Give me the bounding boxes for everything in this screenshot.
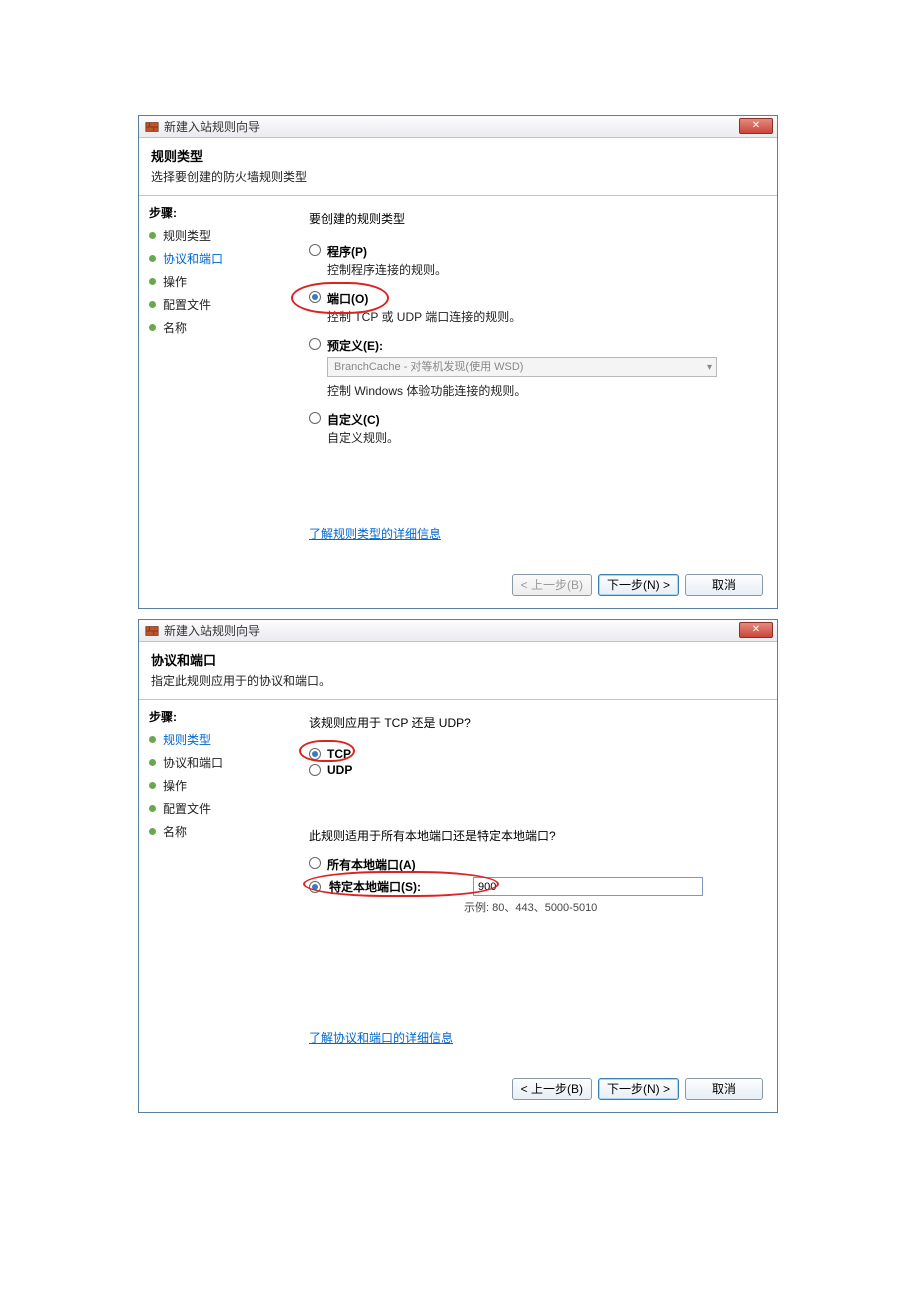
tcp-label: TCP	[327, 747, 351, 761]
button-bar: < 上一步(B) 下一步(N) > 取消	[139, 1070, 777, 1112]
step-action[interactable]: 操作	[149, 777, 279, 794]
wizard-rule-type: 新建入站规则向导 ✕ 规则类型 选择要创建的防火墙规则类型 步骤: 规则类型 协…	[138, 115, 778, 609]
step-protocol-port[interactable]: 协议和端口	[149, 250, 279, 267]
step-rule-type[interactable]: 规则类型	[149, 227, 279, 244]
titlebar[interactable]: 新建入站规则向导 ✕	[139, 116, 777, 138]
bullet-icon	[149, 232, 156, 239]
back-button[interactable]: < 上一步(B)	[512, 1078, 592, 1100]
window-title: 新建入站规则向导	[164, 118, 260, 135]
radio-tcp[interactable]	[309, 748, 321, 760]
ports-example: 示例: 80、443、5000-5010	[464, 899, 757, 915]
predefined-dropdown[interactable]: BranchCache - 对等机发现(使用 WSD)	[327, 357, 717, 377]
radio-all-ports[interactable]	[309, 857, 321, 869]
main-panel: 该规则应用于 TCP 还是 UDP? TCP UDP 此规则适用于所有本地端口还…	[289, 700, 777, 1070]
page-description: 选择要创建的防火墙规则类型	[151, 168, 765, 185]
all-ports-label: 所有本地端口(A)	[327, 856, 416, 873]
bullet-icon	[149, 828, 156, 835]
cancel-button[interactable]: 取消	[685, 1078, 763, 1100]
firewall-icon	[145, 120, 159, 134]
firewall-icon	[145, 624, 159, 638]
udp-label: UDP	[327, 763, 352, 777]
radio-specific-ports[interactable]	[309, 881, 321, 893]
button-bar: < 上一步(B) 下一步(N) > 取消	[139, 566, 777, 608]
titlebar[interactable]: 新建入站规则向导 ✕	[139, 620, 777, 642]
option-predefined-label: 预定义(E):	[327, 337, 383, 354]
step-action[interactable]: 操作	[149, 273, 279, 290]
bullet-icon	[149, 324, 156, 331]
close-button[interactable]: ✕	[739, 118, 773, 134]
wizard-protocol-port: 新建入站规则向导 ✕ 协议和端口 指定此规则应用于的协议和端口。 步骤: 规则类…	[138, 619, 778, 1113]
close-button[interactable]: ✕	[739, 622, 773, 638]
port-scope-question: 此规则适用于所有本地端口还是特定本地端口?	[309, 827, 757, 844]
rule-type-prompt: 要创建的规则类型	[309, 210, 757, 227]
step-name[interactable]: 名称	[149, 319, 279, 336]
steps-sidebar: 步骤: 规则类型 协议和端口 操作 配置文件 名称	[139, 700, 289, 1070]
step-protocol-port[interactable]: 协议和端口	[149, 754, 279, 771]
learn-more-link[interactable]: 了解规则类型的详细信息	[309, 525, 757, 542]
header: 协议和端口 指定此规则应用于的协议和端口。	[139, 642, 777, 700]
radio-port[interactable]	[309, 291, 321, 303]
step-profile[interactable]: 配置文件	[149, 296, 279, 313]
step-rule-type[interactable]: 规则类型	[149, 731, 279, 748]
option-program-label: 程序(P)	[327, 243, 367, 260]
next-button[interactable]: 下一步(N) >	[598, 1078, 679, 1100]
radio-predefined[interactable]	[309, 338, 321, 350]
bullet-icon	[149, 805, 156, 812]
steps-heading: 步骤:	[149, 708, 279, 725]
bullet-icon	[149, 782, 156, 789]
bullet-icon	[149, 255, 156, 262]
steps-heading: 步骤:	[149, 204, 279, 221]
specific-ports-label: 特定本地端口(S):	[329, 878, 455, 895]
step-name[interactable]: 名称	[149, 823, 279, 840]
bullet-icon	[149, 759, 156, 766]
bullet-icon	[149, 278, 156, 285]
option-program-desc: 控制程序连接的规则。	[327, 261, 757, 278]
option-custom-label: 自定义(C)	[327, 411, 380, 428]
header: 规则类型 选择要创建的防火墙规则类型	[139, 138, 777, 196]
main-panel: 要创建的规则类型 程序(P) 控制程序连接的规则。 端口(O) 控制 TCP 或…	[289, 196, 777, 566]
window-title: 新建入站规则向导	[164, 622, 260, 639]
bullet-icon	[149, 736, 156, 743]
radio-program[interactable]	[309, 244, 321, 256]
step-profile[interactable]: 配置文件	[149, 800, 279, 817]
option-port-desc: 控制 TCP 或 UDP 端口连接的规则。	[327, 308, 757, 325]
page-description: 指定此规则应用于的协议和端口。	[151, 672, 765, 689]
option-port-label: 端口(O)	[327, 290, 368, 307]
radio-udp[interactable]	[309, 764, 321, 776]
option-custom-desc: 自定义规则。	[327, 429, 757, 446]
page-title: 规则类型	[151, 146, 765, 165]
radio-custom[interactable]	[309, 412, 321, 424]
page-title: 协议和端口	[151, 650, 765, 669]
specific-ports-input[interactable]	[473, 877, 703, 896]
cancel-button[interactable]: 取消	[685, 574, 763, 596]
bullet-icon	[149, 301, 156, 308]
option-predefined-desc: 控制 Windows 体验功能连接的规则。	[327, 382, 757, 399]
back-button[interactable]: < 上一步(B)	[512, 574, 592, 596]
protocol-question: 该规则应用于 TCP 还是 UDP?	[309, 714, 757, 731]
next-button[interactable]: 下一步(N) >	[598, 574, 679, 596]
steps-sidebar: 步骤: 规则类型 协议和端口 操作 配置文件 名称	[139, 196, 289, 566]
learn-more-link[interactable]: 了解协议和端口的详细信息	[309, 1029, 757, 1046]
